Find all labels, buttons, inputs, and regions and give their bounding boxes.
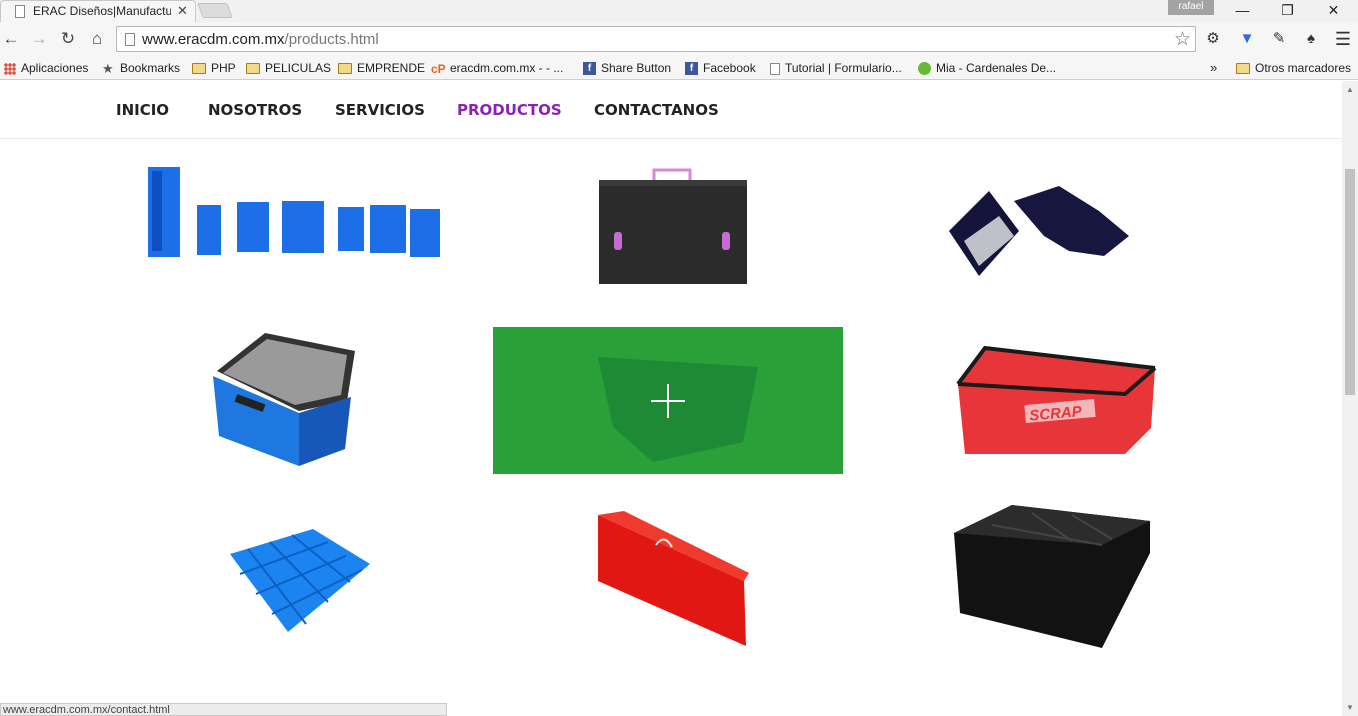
forward-icon[interactable]: →	[28, 28, 50, 50]
bookmark-aplicaciones[interactable]: Aplicaciones	[4, 59, 88, 77]
bookmark-label: PELICULAS	[265, 61, 332, 75]
close-tab-icon[interactable]: ✕	[177, 3, 188, 19]
bookmark-label: Share Button	[601, 61, 672, 75]
bookmark-label: Mia - Cardenales De...	[936, 61, 1057, 75]
window-titlebar: ERAC Diseños|Manufactur ✕ rafael — ❐ ✕	[0, 0, 1358, 22]
home-icon[interactable]: ⌂	[86, 28, 108, 50]
apps-icon	[4, 62, 16, 75]
bookmark-label: Bookmarks	[120, 61, 181, 75]
status-url-bubble: www.eracdm.com.mx/contact.html	[0, 703, 447, 716]
scroll-up-icon[interactable]: ▲	[1346, 85, 1354, 94]
cpanel-icon: cP	[431, 61, 446, 76]
page-viewport: INICIO NOSOTROS SERVICIOS PRODUCTOS CONT…	[0, 81, 1342, 716]
minimize-button[interactable]: —	[1220, 0, 1265, 20]
product-black-briefcase[interactable]	[596, 168, 748, 288]
other-bookmarks[interactable]: Otros marcadores	[1236, 59, 1351, 77]
new-tab-button[interactable]	[197, 3, 233, 18]
reload-icon[interactable]: ↻	[57, 28, 79, 50]
back-icon[interactable]: ←	[0, 28, 22, 50]
bookmark-star-icon[interactable]: ☆	[1174, 28, 1191, 51]
nav-contactanos[interactable]: CONTACTANOS	[594, 101, 719, 119]
extension-puzzle-icon[interactable]: ⚙	[1204, 30, 1222, 48]
product-blue-grid-divider[interactable]	[228, 524, 373, 636]
bookmarks-overflow-button[interactable]: »	[1210, 59, 1217, 77]
nav-servicios[interactable]: SERVICIOS	[335, 101, 425, 119]
page-icon	[125, 33, 135, 46]
other-bookmarks-label: Otros marcadores	[1255, 61, 1352, 75]
menu-icon[interactable]: ☰	[1334, 30, 1352, 48]
bookmark-label: Tutorial | Formulario...	[785, 61, 902, 75]
bookmark-label: PHP	[211, 61, 236, 75]
product-red-scrap-bin[interactable]: SCRAP	[955, 336, 1160, 471]
close-window-button[interactable]: ✕	[1311, 0, 1356, 20]
url-path: /products.html	[284, 31, 379, 48]
facebook-icon: f	[583, 62, 596, 76]
nav-nosotros[interactable]: NOSOTROS	[208, 101, 302, 119]
extension-ninja-icon[interactable]: ♠	[1302, 30, 1320, 48]
bookmark-label: eracdm.com.mx - - ...	[450, 61, 564, 75]
bookmark-facebook[interactable]: f Facebook	[685, 59, 756, 77]
spotify-icon	[918, 62, 931, 76]
product-blue-bins[interactable]	[140, 157, 445, 297]
tab-title: ERAC Diseños|Manufactur	[33, 4, 171, 18]
product-green-tote-hover[interactable]	[493, 327, 843, 474]
extension-eyedropper-icon[interactable]: ✎	[1270, 30, 1288, 48]
product-blue-box-dividers[interactable]	[195, 331, 385, 471]
url-text[interactable]: www.eracdm.com.mx/products.html	[142, 31, 379, 48]
browser-toolbar: ← → ↻ ⌂ www.eracdm.com.mx/products.html …	[0, 22, 1358, 56]
restore-button[interactable]: ❐	[1265, 0, 1310, 20]
bookmark-eracdm[interactable]: cP eracdm.com.mx - - ...	[431, 59, 563, 77]
page-scrollbar[interactable]: ▲ ▼	[1342, 81, 1358, 716]
nav-inicio[interactable]: INICIO	[116, 101, 169, 119]
product-black-divided-crate[interactable]	[952, 503, 1154, 651]
url-host: www.eracdm.com.mx	[142, 31, 285, 48]
bookmark-mia[interactable]: Mia - Cardenales De...	[918, 59, 1056, 77]
page-icon	[770, 62, 780, 75]
bookmark-bookmarks[interactable]: ★ Bookmarks	[102, 59, 180, 77]
nav-productos[interactable]: PRODUCTOS	[457, 101, 562, 119]
bookmark-label: Facebook	[703, 61, 756, 75]
scroll-down-icon[interactable]: ▼	[1346, 703, 1354, 712]
plus-icon[interactable]	[651, 384, 685, 418]
star-icon: ★	[102, 60, 114, 76]
page-icon	[15, 5, 25, 18]
product-red-case[interactable]	[594, 511, 749, 649]
address-bar[interactable]: www.eracdm.com.mx/products.html ☆	[116, 26, 1196, 52]
bookmark-php[interactable]: PHP	[192, 59, 236, 77]
folder-icon	[192, 63, 206, 75]
folder-icon	[246, 63, 260, 75]
product-dark-folding-boxes[interactable]	[944, 181, 1139, 291]
bookmark-tutorial[interactable]: Tutorial | Formulario...	[770, 59, 902, 77]
bookmark-emprende[interactable]: EMPRENDE	[338, 59, 425, 77]
bookmark-label: EMPRENDE	[357, 61, 426, 75]
bookmark-peliculas[interactable]: PELICULAS	[246, 59, 331, 77]
folder-icon	[1236, 63, 1250, 75]
site-navigation: INICIO NOSOTROS SERVICIOS PRODUCTOS CONT…	[0, 81, 1342, 139]
bookmarks-bar: Aplicaciones ★ Bookmarks PHP PELICULAS EM…	[0, 56, 1358, 80]
bookmark-share-button[interactable]: f Share Button	[583, 59, 671, 77]
profile-badge[interactable]: rafael	[1168, 0, 1214, 15]
folder-icon	[338, 63, 352, 75]
facebook-icon: f	[685, 62, 698, 76]
extension-vpn-icon[interactable]: ▼	[1238, 30, 1256, 48]
bookmark-label: Aplicaciones	[21, 61, 89, 75]
scrollbar-thumb[interactable]	[1345, 169, 1355, 395]
browser-tab[interactable]: ERAC Diseños|Manufactur ✕	[0, 0, 196, 22]
